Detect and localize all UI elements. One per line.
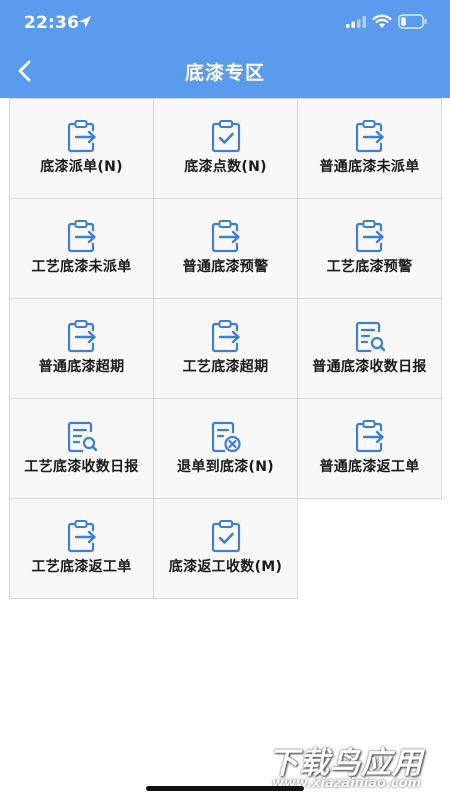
menu-item-label: 普通底漆预警 bbox=[182, 259, 269, 275]
menu-item-label: 退单到底漆(N) bbox=[177, 459, 274, 475]
menu-item-craft-daily-report[interactable]: 工艺底漆收数日报 bbox=[9, 398, 154, 499]
menu-item-craft-overdue[interactable]: 工艺底漆超期 bbox=[153, 298, 298, 399]
menu-item-label: 工艺底漆未派单 bbox=[31, 259, 132, 275]
nav-bar: 底漆专区 bbox=[0, 44, 450, 98]
menu-item-label: 普通底漆超期 bbox=[38, 359, 125, 375]
clipboard-check-icon bbox=[211, 519, 240, 553]
menu-item-label: 普通底漆返工单 bbox=[319, 459, 420, 475]
menu-item-craft-undispatched[interactable]: 工艺底漆未派单 bbox=[9, 198, 154, 299]
menu-item-craft-rework[interactable]: 工艺底漆返工单 bbox=[9, 498, 154, 599]
clipboard-arrow-icon bbox=[355, 219, 384, 253]
home-indicator bbox=[146, 786, 304, 791]
clipboard-arrow-icon bbox=[211, 219, 240, 253]
clipboard-arrow-icon bbox=[67, 119, 96, 153]
menu-item-label: 工艺底漆预警 bbox=[326, 259, 413, 275]
menu-item-primer-count[interactable]: 底漆点数(N) bbox=[153, 98, 298, 199]
menu-item-label: 工艺底漆返工单 bbox=[31, 559, 132, 575]
report-search-icon bbox=[67, 421, 97, 453]
wifi-icon bbox=[372, 14, 392, 28]
menu-item-label: 工艺底漆收数日报 bbox=[24, 459, 139, 475]
menu-item-normal-rework[interactable]: 普通底漆返工单 bbox=[297, 398, 442, 499]
page-title: 底漆专区 bbox=[184, 62, 265, 84]
clipboard-arrow-icon bbox=[211, 319, 240, 353]
menu-item-return-to-primer[interactable]: 退单到底漆(N) bbox=[153, 398, 298, 499]
menu-item-normal-undispatched[interactable]: 普通底漆未派单 bbox=[297, 98, 442, 199]
menu-item-label: 普通底漆收数日报 bbox=[312, 359, 427, 375]
document-cancel-icon bbox=[211, 421, 241, 453]
menu-item-label: 普通底漆未派单 bbox=[319, 159, 420, 175]
menu-item-normal-overdue[interactable]: 普通底漆超期 bbox=[9, 298, 154, 399]
clipboard-arrow-icon bbox=[355, 119, 384, 153]
menu-item-normal-warning[interactable]: 普通底漆预警 bbox=[153, 198, 298, 299]
signal-icon bbox=[346, 16, 366, 28]
status-time: 22:36 bbox=[24, 13, 80, 33]
menu-item-primer-dispatch[interactable]: 底漆派单(N) bbox=[9, 98, 154, 199]
clipboard-arrow-icon bbox=[355, 419, 384, 453]
status-bar: 22:36 bbox=[0, 0, 450, 44]
battery-icon bbox=[398, 14, 427, 29]
menu-item-normal-daily-report[interactable]: 普通底漆收数日报 bbox=[297, 298, 442, 399]
app-header: 22:36 底漆专区 bbox=[0, 0, 450, 98]
menu-item-label: 底漆派单(N) bbox=[40, 159, 123, 175]
menu-item-label: 底漆返工收数(M) bbox=[168, 559, 283, 575]
menu-item-label: 底漆点数(N) bbox=[184, 159, 267, 175]
clipboard-check-icon bbox=[211, 119, 240, 153]
report-search-icon bbox=[355, 321, 385, 353]
location-arrow-icon bbox=[79, 16, 91, 28]
menu-item-rework-count[interactable]: 底漆返工收数(M) bbox=[153, 498, 298, 599]
clipboard-arrow-icon bbox=[67, 519, 96, 553]
menu-item-craft-warning[interactable]: 工艺底漆预警 bbox=[297, 198, 442, 299]
clipboard-arrow-icon bbox=[67, 219, 96, 253]
menu-item-label: 工艺底漆超期 bbox=[182, 359, 269, 375]
clipboard-arrow-icon bbox=[67, 319, 96, 353]
